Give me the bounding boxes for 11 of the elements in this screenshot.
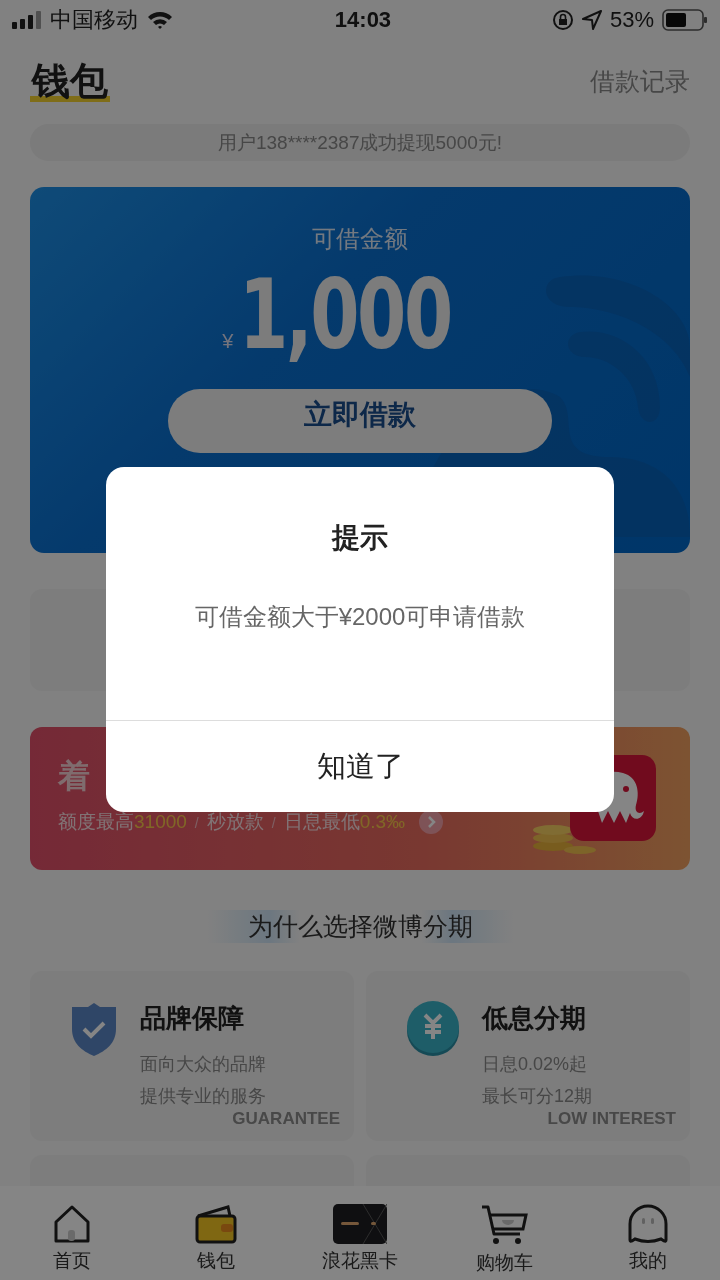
clock: 14:03 [334, 7, 392, 33]
dialog-title: 提示 [332, 521, 388, 555]
currency-sign: ¥ [222, 330, 234, 353]
battery-percent: 53% [609, 7, 654, 33]
feature-title: 品牌保障 [140, 1002, 245, 1035]
loan-amount: 1,000 [239, 267, 452, 363]
banner-title: 着 [58, 757, 90, 796]
amount-label: 可借金额 [312, 224, 408, 254]
carrier-name: 中国移动 [50, 6, 138, 34]
dialog-message: 可借金额大于¥2000可申请借款 [194, 602, 526, 632]
feature-title: 低息分期 [482, 1002, 587, 1035]
